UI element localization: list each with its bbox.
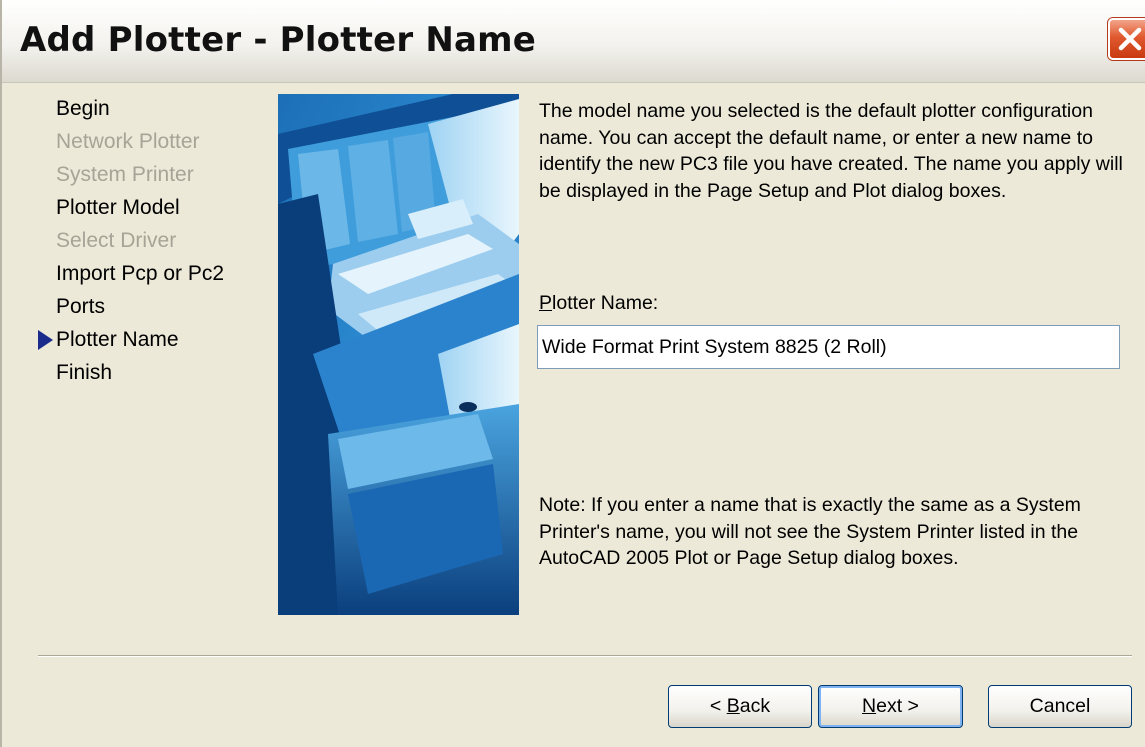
- step-plotter-name: Plotter Name: [32, 327, 252, 360]
- next-mnemonic: N: [862, 695, 877, 717]
- cancel-button[interactable]: Cancel: [988, 685, 1132, 728]
- step-system-printer: System Printer: [32, 162, 252, 195]
- step-label: System Printer: [56, 163, 194, 186]
- step-label: Select Driver: [56, 229, 177, 252]
- back-rest: ack: [739, 695, 771, 717]
- plotter-illustration: [278, 94, 519, 615]
- plotter-name-label: Plotter Name:: [539, 292, 658, 315]
- description-text: The model name you selected is the defau…: [539, 100, 1123, 202]
- step-select-driver: Select Driver: [32, 228, 252, 261]
- note-text: Note: If you enter a name that is exactl…: [539, 494, 1081, 569]
- step-label: Plotter Model: [56, 196, 180, 219]
- step-label: Begin: [56, 97, 110, 120]
- close-x-icon: [1118, 27, 1142, 51]
- label-mnemonic: P: [539, 292, 553, 314]
- wizard-steps-list: Begin Network Plotter System Printer Plo…: [32, 96, 252, 393]
- back-prefix: <: [709, 695, 727, 717]
- add-plotter-dialog: Add Plotter - Plotter Name Begin Network…: [0, 0, 1145, 747]
- current-step-arrow-icon: [38, 330, 53, 350]
- back-mnemonic: B: [726, 695, 740, 717]
- step-label: Ports: [56, 295, 106, 318]
- step-label: Finish: [56, 361, 113, 384]
- label-rest: lotter Name:: [552, 292, 659, 314]
- separator: [38, 655, 1132, 657]
- dialog-title: Add Plotter - Plotter Name: [20, 20, 537, 60]
- step-begin: Begin: [32, 96, 252, 129]
- back-button[interactable]: < Back: [668, 685, 812, 728]
- next-rest: ext >: [876, 695, 919, 717]
- step-label: Plotter Name: [56, 328, 179, 351]
- step-ports: Ports: [32, 294, 252, 327]
- step-network-plotter: Network Plotter: [32, 129, 252, 162]
- title-bar: Add Plotter - Plotter Name: [2, 0, 1145, 83]
- step-plotter-model: Plotter Model: [32, 195, 252, 228]
- step-label: Import Pcp or Pc2: [56, 262, 225, 285]
- close-button[interactable]: [1108, 18, 1145, 60]
- next-button[interactable]: Next >: [818, 685, 963, 728]
- plotter-name-input[interactable]: [537, 325, 1120, 369]
- step-label: Network Plotter: [56, 130, 200, 153]
- step-finish: Finish: [32, 360, 252, 393]
- step-import-pcp-or-pc2: Import Pcp or Pc2: [32, 261, 252, 294]
